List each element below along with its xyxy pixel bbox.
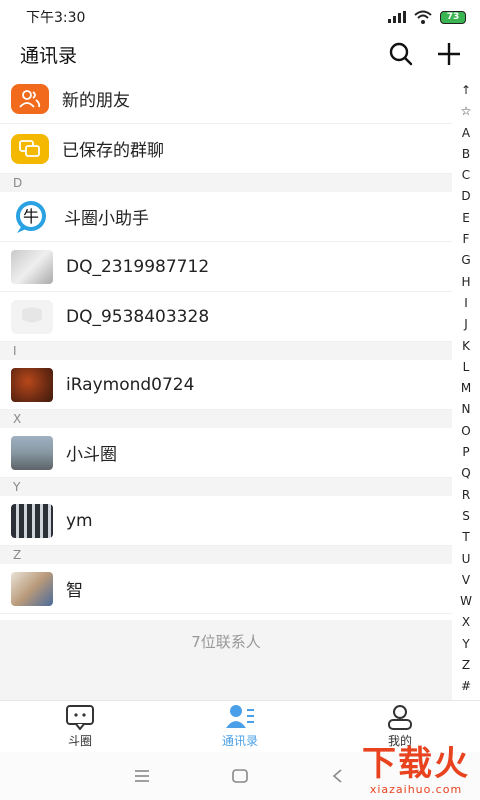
contact-list: 新的朋友 已保存的群聊 D 牛 斗圈小助手 DQ_2319987712 DQ_9… [0,74,452,614]
svg-text:牛: 牛 [23,207,39,226]
contact-name: 智 [66,581,83,601]
new-friends-label: 新的朋友 [62,91,130,111]
home-icon[interactable] [231,768,249,784]
index-letter[interactable]: F [463,229,470,250]
status-time: 下午3:30 [26,10,86,26]
contact-name: 斗圈小助手 [64,209,149,229]
search-button[interactable] [388,41,414,67]
contact-row[interactable]: DQ_2319987712 [0,242,452,292]
watermark: 下载火 xiazaihuo.com [362,745,470,796]
status-icons: 73 [388,10,466,24]
battery-icon: 73 [440,10,466,24]
index-letter[interactable]: X [462,612,470,633]
back-icon[interactable] [329,768,347,784]
search-icon [389,42,413,66]
index-letter[interactable]: I [464,293,468,314]
alphabet-index[interactable]: ↑ ☆ A B C D E F G H I J K L M N O P Q R S T U V W X Y Z # [456,80,476,698]
index-letter[interactable]: H [461,272,470,293]
index-letter[interactable]: M [461,378,471,399]
group-chat-icon [11,133,49,164]
contact-row[interactable]: DQ_9538403328 [0,292,452,342]
contact-name: DQ_2319987712 [66,256,210,277]
index-letter[interactable]: S [462,506,470,527]
profile-icon [388,705,412,730]
contact-avatar [11,435,53,470]
tab-contacts[interactable]: 通讯录 [160,701,320,752]
index-letter[interactable]: T [462,527,469,548]
contact-avatar [11,571,53,606]
index-letter[interactable]: ↑ [461,80,471,101]
page-title: 通讯录 [20,44,78,67]
section-header-i: I [0,342,452,360]
plus-icon [438,43,460,65]
watermark-logo: 下载火 [362,744,470,784]
index-letter[interactable]: L [463,357,470,378]
contact-name: 小斗圈 [66,445,117,465]
wifi-icon [414,10,432,24]
contact-avatar [11,249,53,284]
new-friends-icon [11,83,49,114]
index-letter[interactable]: # [461,676,471,697]
contact-row[interactable]: iRaymond0724 [0,360,452,410]
saved-groups-item[interactable]: 已保存的群聊 [0,124,452,174]
index-letter[interactable]: D [461,186,470,207]
section-header-y: Y [0,478,452,496]
index-letter[interactable]: K [462,336,470,357]
add-button[interactable] [436,41,462,67]
index-letter[interactable]: A [462,123,470,144]
index-letter[interactable]: Y [462,634,469,655]
index-letter[interactable]: V [462,570,470,591]
tab-label: 通讯录 [221,734,258,748]
chat-bubble-icon [66,705,94,730]
index-letter[interactable]: E [462,208,470,229]
section-header-x: X [0,410,452,428]
index-letter[interactable]: N [462,399,471,420]
header: 通讯录 [0,34,480,74]
contact-row[interactable]: 智 [0,564,452,614]
index-letter[interactable]: Z [462,655,470,676]
index-letter[interactable]: R [462,485,470,506]
signal-icon [388,11,406,23]
index-letter[interactable]: C [462,165,470,186]
contact-name: ym [66,510,93,531]
saved-groups-label: 已保存的群聊 [62,141,164,161]
menu-icon[interactable] [133,769,151,783]
index-letter[interactable]: ☆ [461,101,472,122]
index-letter[interactable]: W [460,591,472,612]
status-bar: 下午3:30 73 [0,0,480,34]
tab-douquan[interactable]: 斗圈 [0,701,160,752]
index-letter[interactable]: P [462,442,469,463]
contact-avatar [11,299,53,334]
contact-count: 7位联系人 [0,620,452,700]
contact-name: iRaymond0724 [66,374,195,395]
index-letter[interactable]: B [462,144,470,165]
new-friends-item[interactable]: 新的朋友 [0,74,452,124]
section-header-d: D [0,174,452,192]
index-letter[interactable]: J [464,314,468,335]
contact-name: DQ_9538403328 [66,306,210,327]
index-letter[interactable]: Q [461,463,470,484]
contacts-icon [226,705,254,728]
section-header-z: Z [0,546,452,564]
contact-row[interactable]: ym [0,496,452,546]
contact-avatar [11,503,53,538]
watermark-url: xiazaihuo.com [369,783,463,796]
index-letter[interactable]: G [461,250,470,271]
system-nav-bar: 下载火 xiazaihuo.com [0,745,480,800]
contact-row[interactable]: 小斗圈 [0,428,452,478]
index-letter[interactable]: U [462,549,471,570]
contact-row[interactable]: 牛 斗圈小助手 [0,192,452,242]
contact-avatar: 牛 [11,198,51,235]
tab-label: 斗圈 [67,734,92,748]
contact-avatar [11,367,53,402]
index-letter[interactable]: O [461,421,470,442]
